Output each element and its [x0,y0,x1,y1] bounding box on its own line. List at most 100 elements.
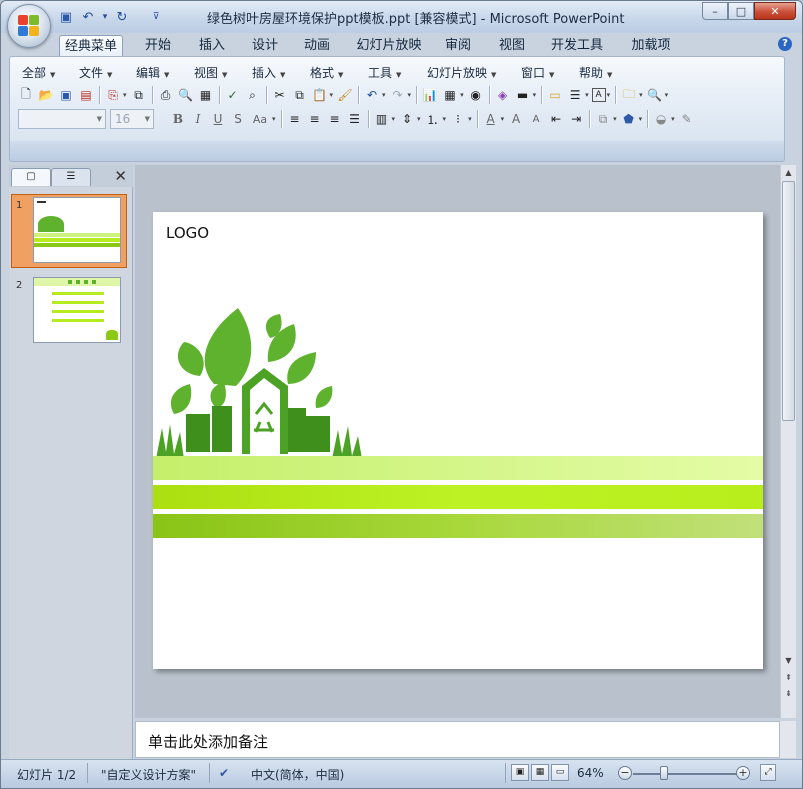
ribbon-tab[interactable]: 开始 [141,35,175,57]
scroll-down-icon[interactable]: ▼ [781,653,796,668]
zoom-in-button[interactable]: + [736,766,750,780]
classic-menu-item[interactable]: 编辑 ▼ [136,64,169,81]
shape-fill-icon[interactable]: ◒ [652,110,670,128]
notes-pane[interactable]: 单击此处添加备注 [135,721,780,758]
ribbon-tab[interactable]: 幻灯片放映 [353,35,425,57]
clip-art-icon[interactable]: ◉ [467,86,485,104]
align-right-icon[interactable]: ≡ [326,110,344,128]
next-slide-icon[interactable]: ⇟ [781,686,796,701]
change-case-icon[interactable]: Aa [249,110,271,128]
ribbon-tab[interactable]: 视图 [495,35,529,57]
classic-menu-item[interactable]: 插入 ▼ [252,64,285,81]
classic-menu-item[interactable]: 工具 ▼ [368,64,401,81]
logo-placeholder[interactable]: LOGO [166,224,209,242]
print-preview-icon[interactable]: 🔍 [177,86,195,104]
columns-icon[interactable]: ▥ [373,110,391,128]
slide-canvas[interactable]: LOGO [153,212,763,669]
folder-icon[interactable]: 🗀 [620,86,638,104]
zoom-out-button[interactable]: − [618,766,632,780]
classic-menu-item[interactable]: 视图 ▼ [194,64,227,81]
customize-icon[interactable]: ⊽ [149,8,163,26]
maximize-button[interactable]: □ [728,2,754,20]
arrange-icon[interactable]: ⧉ [594,110,612,128]
paste-icon[interactable]: 📋 [311,86,329,104]
shape-outline-icon[interactable]: ✎ [678,110,696,128]
table-icon[interactable]: ▦ [441,86,459,104]
ribbon-tab[interactable]: 设计 [248,35,282,57]
classic-menu-item[interactable]: 帮助 ▼ [579,64,612,81]
new-slide-icon[interactable]: ▭ [546,86,564,104]
outline-tab[interactable]: ☰ [51,168,91,186]
cut-icon[interactable]: ✂ [271,86,289,104]
copy-icon[interactable]: ⧉ [291,86,309,104]
layout-icon[interactable]: ☰ [566,86,584,104]
bold-icon[interactable]: B [169,110,187,128]
slide-sorter-view-button[interactable]: ▦ [531,764,549,781]
slide-sorter-icon[interactable]: ▦ [197,86,215,104]
font-size-combo[interactable]: 16 ▼ [110,109,154,129]
close-icon[interactable]: ✕ [114,167,127,185]
shadow-icon[interactable]: S [229,110,247,128]
ribbon-tab[interactable]: 插入 [195,35,229,57]
permission-icon[interactable]: ▤ [77,86,95,104]
open-icon[interactable]: 📂 [37,86,55,104]
ribbon-tab[interactable]: 经典菜单 [59,35,123,57]
classic-menu-item[interactable]: 窗口 ▼ [521,64,554,81]
classic-menu-item[interactable]: 全部 ▼ [22,64,55,81]
notes-scrollbar[interactable] [780,721,796,758]
slide-show-view-button[interactable]: ▭ [551,764,569,781]
zoom-level[interactable]: 64% [577,766,604,780]
publish-icon[interactable]: ⧉ [130,86,148,104]
previous-slide-icon[interactable]: ⇞ [781,670,796,685]
fill-color-icon[interactable]: ▬ [514,86,532,104]
undo-icon[interactable]: ↶ [79,8,97,26]
textbox-icon[interactable]: A [591,88,606,102]
vertical-scrollbar[interactable]: ▲ ▼ ⇞ ⇟ [780,165,796,718]
line-spacing-icon[interactable]: ⇕ [398,110,416,128]
spelling-icon[interactable]: ✓ [224,86,242,104]
export-icon[interactable]: ⎘ [104,86,122,104]
office-button[interactable] [7,4,51,48]
shapes-icon[interactable]: ⬟ [620,110,638,128]
help-icon[interactable]: ? [778,37,792,51]
format-painter-icon[interactable]: 🖌 [336,86,354,104]
research-icon[interactable]: ⌕ [244,86,262,104]
slide-thumbnail-2[interactable] [33,277,121,343]
zoom-slider-handle[interactable] [660,766,669,780]
save-icon[interactable]: ▣ [57,86,75,104]
justify-icon[interactable]: ☰ [346,110,364,128]
ribbon-tab[interactable]: 审阅 [441,35,475,57]
redo-icon[interactable]: ↷ [389,86,407,104]
print-icon[interactable]: ⎙ [157,86,175,104]
minimize-button[interactable]: – [702,2,728,20]
color-grayscale-icon[interactable]: ◈ [494,86,512,104]
shrink-font-icon[interactable]: A [527,110,545,128]
align-left-icon[interactable]: ≡ [286,110,304,128]
decrease-indent-icon[interactable]: ⇤ [547,110,565,128]
bullets-icon[interactable]: ⁝ [449,110,467,128]
new-icon[interactable]: 🗋 [17,86,35,104]
font-color-icon[interactable]: A [482,110,500,128]
scroll-up-icon[interactable]: ▲ [781,165,796,180]
fit-to-window-button[interactable]: ⤢ [760,764,776,781]
dropdown-icon[interactable]: ▾ [101,8,109,26]
zoom-slider[interactable] [633,773,737,775]
slides-tab[interactable]: ▢ [11,168,51,186]
numbering-icon[interactable]: ⒈ [424,110,442,128]
language-indicator[interactable]: 中文(简体，中国) [251,766,344,783]
scrollbar-thumb[interactable] [782,181,795,421]
font-name-combo[interactable]: ▼ [18,109,106,129]
italic-icon[interactable]: I [189,110,207,128]
spell-check-icon[interactable]: ✔ [219,766,229,780]
undo-icon[interactable]: ↶ [363,86,381,104]
zoom-icon[interactable]: 🔍 [646,86,664,104]
redo-icon[interactable]: ↻ [113,8,131,26]
save-icon[interactable]: ▣ [57,8,75,26]
ribbon-tab[interactable]: 加载项 [623,35,679,57]
align-center-icon[interactable]: ≡ [306,110,324,128]
classic-menu-item[interactable]: 文件 ▼ [79,64,112,81]
underline-icon[interactable]: U [209,110,227,128]
close-button[interactable]: ✕ [754,2,796,20]
normal-view-button[interactable]: ▣ [511,764,529,781]
classic-menu-item[interactable]: 格式 ▼ [310,64,343,81]
